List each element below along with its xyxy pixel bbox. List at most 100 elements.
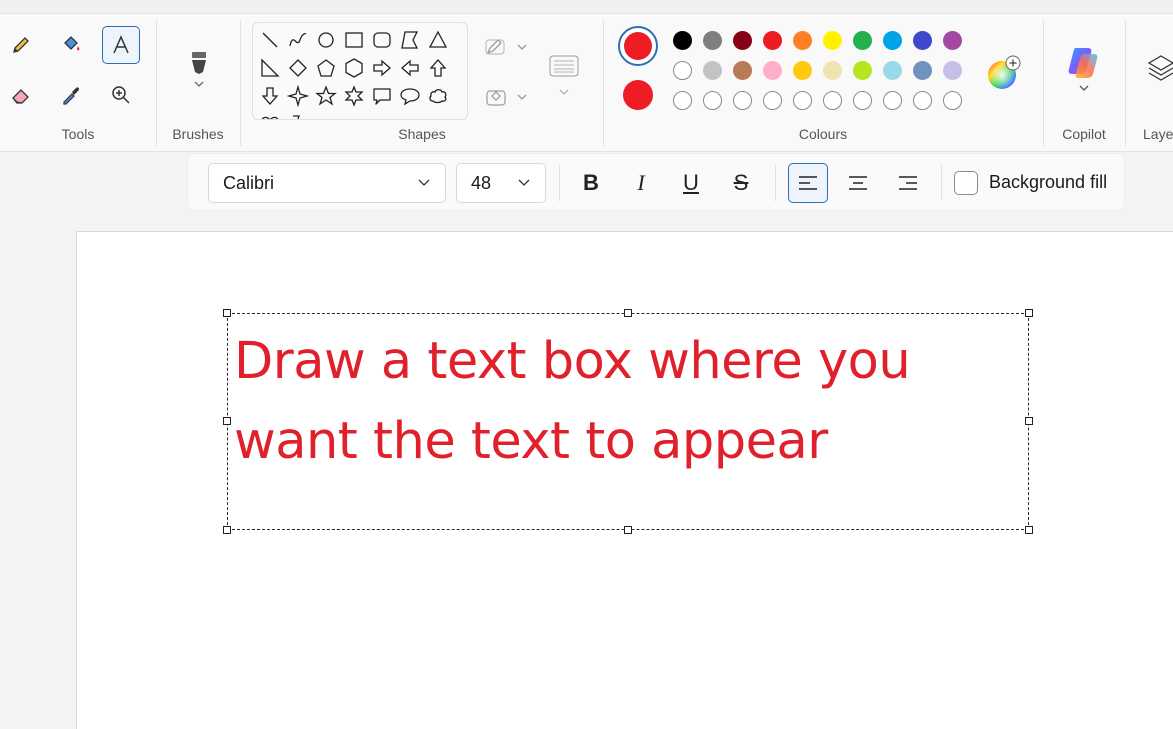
colour-swatch[interactable] <box>763 61 782 80</box>
custom-colour-slot[interactable] <box>763 91 782 110</box>
pencil-tool[interactable] <box>2 26 40 64</box>
colour2-swatch[interactable] <box>623 80 653 110</box>
triangle-shape[interactable] <box>427 29 449 51</box>
oval-shape[interactable] <box>315 29 337 51</box>
text-box-content[interactable]: Draw a text box where you want the text … <box>234 322 1014 482</box>
custom-colour-slot[interactable] <box>703 91 722 110</box>
font-family-dropdown[interactable]: Calibri <box>208 163 446 203</box>
cloud-callout-shape[interactable] <box>427 85 449 107</box>
colour-swatch[interactable] <box>823 31 842 50</box>
align-right-button[interactable] <box>888 163 928 203</box>
custom-colour-slot[interactable] <box>823 91 842 110</box>
magnifier-tool[interactable] <box>102 76 140 114</box>
down-arrow-shape[interactable] <box>259 85 281 107</box>
background-fill-label: Background fill <box>989 172 1108 192</box>
outline-dropdown[interactable] <box>480 32 532 62</box>
resize-handle-bottom-left[interactable] <box>223 526 231 534</box>
pentagon-shape[interactable] <box>315 57 337 79</box>
colour-swatch[interactable] <box>853 61 872 80</box>
resize-handle-top-left[interactable] <box>223 309 231 317</box>
lightning-shape[interactable] <box>287 113 309 119</box>
underline-button[interactable]: U <box>671 163 711 203</box>
colour-swatch[interactable] <box>763 31 782 50</box>
colour-swatch[interactable] <box>793 61 812 80</box>
text-box[interactable]: Draw a text box where you want the text … <box>223 309 1033 534</box>
colours-group: Colours <box>604 14 1042 152</box>
oval-callout-shape[interactable] <box>399 85 421 107</box>
custom-colour-slot[interactable] <box>733 91 752 110</box>
colour-swatch[interactable] <box>883 61 902 80</box>
italic-button[interactable]: I <box>621 163 661 203</box>
colour-swatch[interactable] <box>913 31 932 50</box>
eyedropper-icon <box>63 87 79 105</box>
right-arrow-shape[interactable] <box>371 57 393 79</box>
hexagon-icon <box>345 58 363 78</box>
custom-colour-slot[interactable] <box>793 91 812 110</box>
custom-colour-slot[interactable] <box>853 91 872 110</box>
rectangle-shape[interactable] <box>343 29 365 51</box>
colour-picker-tool[interactable] <box>52 76 90 114</box>
colour-swatch[interactable] <box>943 31 962 50</box>
colour-swatch[interactable] <box>853 31 872 50</box>
five-point-star-shape[interactable] <box>315 85 337 107</box>
resize-handle-bottom[interactable] <box>624 526 632 534</box>
align-center-button[interactable] <box>838 163 878 203</box>
colour-swatch[interactable] <box>673 61 692 80</box>
align-left-button[interactable] <box>788 163 828 203</box>
edit-colours-button[interactable] <box>986 55 1022 91</box>
eraser-tool[interactable] <box>2 76 40 114</box>
six-point-star-shape[interactable] <box>343 85 365 107</box>
colour-swatch[interactable] <box>943 61 962 80</box>
drawing-canvas[interactable]: Draw a text box where you want the text … <box>76 231 1173 729</box>
resize-handle-right[interactable] <box>1025 417 1033 425</box>
resize-handle-top[interactable] <box>624 309 632 317</box>
font-family-value: Calibri <box>223 172 275 193</box>
colour-swatch[interactable] <box>703 61 722 80</box>
resize-handle-top-right[interactable] <box>1025 309 1033 317</box>
copilot-button[interactable] <box>1064 44 1104 96</box>
line-shape[interactable] <box>259 29 281 51</box>
polygon-shape[interactable] <box>399 29 421 51</box>
resize-handle-bottom-right[interactable] <box>1025 526 1033 534</box>
bold-icon: B <box>583 170 599 195</box>
curve-shape[interactable] <box>287 29 309 51</box>
size-dropdown[interactable] <box>544 48 584 104</box>
rounded-rectangle-shape[interactable] <box>371 29 393 51</box>
rounded-callout-shape[interactable] <box>371 85 393 107</box>
text-tool[interactable] <box>102 26 140 64</box>
four-point-star-icon <box>286 84 310 108</box>
chevron-down-icon <box>518 179 530 186</box>
fill-dropdown[interactable] <box>480 82 532 112</box>
four-point-star-shape[interactable] <box>286 84 310 108</box>
resize-handle-left[interactable] <box>223 417 231 425</box>
colour-swatch[interactable] <box>793 31 812 50</box>
colour-swatch[interactable] <box>883 31 902 50</box>
tools-group-label: Tools <box>61 126 95 142</box>
left-arrow-shape[interactable] <box>399 57 421 79</box>
right-triangle-shape[interactable] <box>259 57 281 79</box>
custom-colour-slot[interactable] <box>913 91 932 110</box>
bold-button[interactable]: B <box>571 163 611 203</box>
custom-colour-slot[interactable] <box>673 91 692 110</box>
background-fill-checkbox[interactable] <box>954 171 978 195</box>
fill-tool[interactable] <box>52 26 90 64</box>
colour-swatch[interactable] <box>913 61 932 80</box>
colour1-selector[interactable] <box>618 26 658 66</box>
diamond-shape[interactable] <box>287 57 309 79</box>
heart-shape[interactable] <box>259 113 281 119</box>
colour-swatch[interactable] <box>703 31 722 50</box>
hexagon-shape[interactable] <box>343 57 365 79</box>
colour-swatch[interactable] <box>823 61 842 80</box>
layers-button[interactable] <box>1146 52 1173 92</box>
custom-colour-slot[interactable] <box>883 91 902 110</box>
up-arrow-shape[interactable] <box>427 57 449 79</box>
colour-swatch[interactable] <box>733 61 752 80</box>
font-size-dropdown[interactable]: 48 <box>456 163 546 203</box>
brushes-dropdown[interactable] <box>179 40 219 100</box>
line-icon <box>262 32 278 48</box>
colour-swatch[interactable] <box>733 31 752 50</box>
custom-colour-slot[interactable] <box>943 91 962 110</box>
colour-swatch[interactable] <box>673 31 692 50</box>
lightning-icon <box>293 115 300 119</box>
strikethrough-button[interactable]: S <box>721 163 761 203</box>
